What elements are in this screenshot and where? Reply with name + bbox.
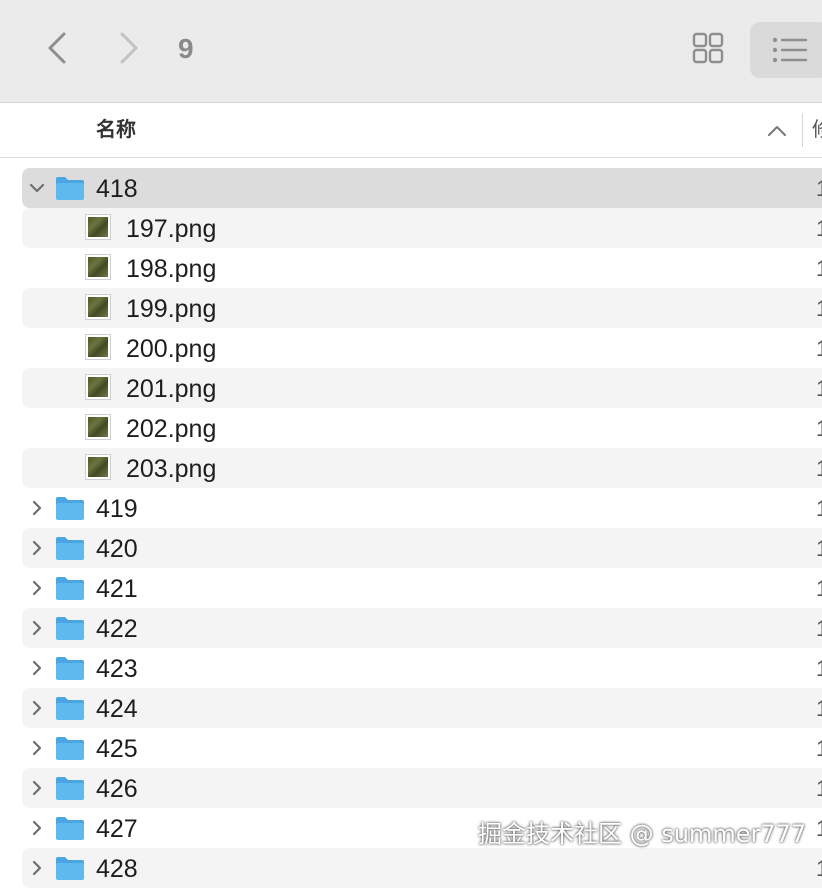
folder-name: 420 [96, 535, 138, 563]
file-name: 200.png [126, 335, 217, 363]
folder-name: 427 [96, 815, 138, 843]
folder-name: 421 [96, 575, 138, 603]
modified-column-value: 1 [816, 736, 822, 762]
file-row[interactable]: 202.png 1 [22, 408, 822, 448]
chevron-right-icon[interactable] [28, 739, 46, 757]
modified-column-value: 1 [816, 696, 822, 722]
folder-name: 426 [96, 775, 138, 803]
next-column-header[interactable]: 修 [812, 117, 822, 143]
folder-name: 423 [96, 655, 138, 683]
list-view-button[interactable] [750, 22, 822, 78]
forward-button[interactable] [110, 28, 150, 68]
chevron-right-icon[interactable] [28, 579, 46, 597]
folder-icon [56, 577, 84, 600]
modified-column-value: 1 [816, 296, 822, 322]
file-row[interactable]: 199.png 1 [22, 288, 822, 328]
modified-column-value: 1 [816, 856, 822, 882]
chevron-right-icon[interactable] [28, 779, 46, 797]
chevron-right-icon[interactable] [28, 619, 46, 637]
file-row[interactable]: 203.png 1 [22, 448, 822, 488]
folder-icon [56, 857, 84, 880]
folder-name: 422 [96, 615, 138, 643]
folder-row[interactable]: 425 1 [22, 728, 822, 768]
image-thumbnail-icon [85, 454, 111, 480]
modified-column-value: 1 [816, 576, 822, 602]
folder-name: 424 [96, 695, 138, 723]
list-icon [772, 37, 808, 63]
file-name: 201.png [126, 375, 217, 403]
file-row[interactable]: 200.png 1 [22, 328, 822, 368]
image-thumbnail-icon [85, 254, 111, 280]
folder-icon [56, 177, 84, 200]
chevron-right-icon [120, 32, 138, 64]
watermark: 掘金技术社区 @ summer777 [478, 820, 807, 848]
folder-row[interactable]: 421 1 [22, 568, 822, 608]
column-divider[interactable] [802, 113, 803, 147]
name-column-header[interactable]: 名称 [96, 117, 136, 143]
folder-icon [56, 777, 84, 800]
folder-row[interactable]: 419 1 [22, 488, 822, 528]
folder-row[interactable]: 424 1 [22, 688, 822, 728]
chevron-up-icon[interactable] [766, 123, 788, 139]
file-name: 198.png [126, 255, 217, 283]
window-title: 9 [178, 33, 194, 64]
modified-column-value: 1 [816, 336, 822, 362]
chevron-right-icon[interactable] [28, 499, 46, 517]
chevron-right-icon[interactable] [28, 859, 46, 877]
image-thumbnail-icon [85, 214, 111, 240]
folder-icon [56, 697, 84, 720]
modified-column-value: 1 [816, 536, 822, 562]
column-header: 名称 修 [0, 103, 822, 158]
file-name: 203.png [126, 455, 217, 483]
modified-column-value: 1 [816, 456, 822, 482]
image-thumbnail-icon [85, 334, 111, 360]
modified-column-value: 1 [816, 216, 822, 242]
image-thumbnail-icon [85, 294, 111, 320]
folder-row[interactable]: 418 1 [22, 168, 822, 208]
file-name: 202.png [126, 415, 217, 443]
folder-icon [56, 537, 84, 560]
chevron-right-icon[interactable] [28, 819, 46, 837]
chevron-left-icon [48, 32, 66, 64]
file-name: 197.png [126, 215, 217, 243]
file-row[interactable]: 198.png 1 [22, 248, 822, 288]
modified-column-value: 1 [816, 656, 822, 682]
folder-name: 425 [96, 735, 138, 763]
back-button[interactable] [38, 28, 78, 68]
file-row[interactable]: 197.png 1 [22, 208, 822, 248]
folder-row[interactable]: 422 1 [22, 608, 822, 648]
image-thumbnail-icon [85, 374, 111, 400]
folder-icon [56, 817, 84, 840]
modified-column-value: 1 [816, 416, 822, 442]
image-thumbnail-icon [85, 414, 111, 440]
folder-icon [56, 737, 84, 760]
folder-row[interactable]: 423 1 [22, 648, 822, 688]
modified-column-value: 1 [816, 616, 822, 642]
file-list: 4181197.png1198.png1199.png1200.png1201.… [0, 168, 822, 888]
folder-icon [56, 617, 84, 640]
chevron-down-icon[interactable] [28, 179, 46, 197]
chevron-right-icon[interactable] [28, 699, 46, 717]
folder-row[interactable]: 426 1 [22, 768, 822, 808]
chevron-right-icon[interactable] [28, 539, 46, 557]
folder-icon [56, 657, 84, 680]
grid-icon [692, 32, 724, 64]
toolbar: 9 [0, 0, 822, 103]
folder-name: 419 [96, 495, 138, 523]
folder-name: 428 [96, 855, 138, 883]
folder-row[interactable]: 428 1 [22, 848, 822, 888]
folder-icon [56, 497, 84, 520]
file-row[interactable]: 201.png 1 [22, 368, 822, 408]
modified-column-value: 1 [816, 376, 822, 402]
icon-view-button[interactable] [688, 28, 728, 68]
modified-column-value: 1 [816, 176, 822, 202]
folder-name: 418 [96, 175, 138, 203]
file-name: 199.png [126, 295, 217, 323]
folder-row[interactable]: 420 1 [22, 528, 822, 568]
modified-column-value: 1 [816, 776, 822, 802]
modified-column-value: 1 [816, 496, 822, 522]
chevron-right-icon[interactable] [28, 659, 46, 677]
modified-column-value: 1 [816, 256, 822, 282]
modified-column-value: 1 [816, 816, 822, 842]
